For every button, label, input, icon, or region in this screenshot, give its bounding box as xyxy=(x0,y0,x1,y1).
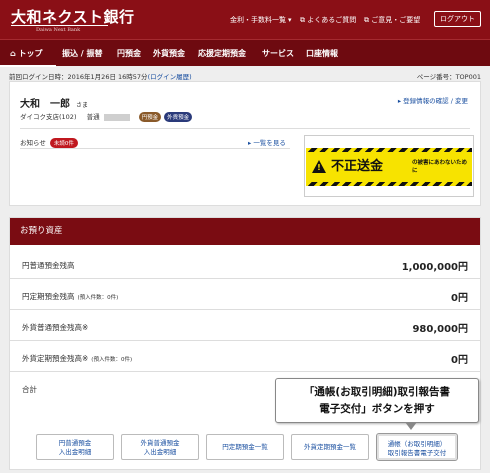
masked-account-number xyxy=(103,113,130,121)
main-nav: ⌂ トップ 振込 / 振替 円預金 外貨預金 応援定期預金 サービス 口座情報 xyxy=(0,39,490,67)
banner-title: 不正送金 xyxy=(331,159,384,174)
instruction-callout: 「通帳(お取引明細)取引報告書 電子交付」ボタンを押す xyxy=(275,378,479,423)
asset-label: 合計 xyxy=(22,385,37,394)
asset-row: 円普通預金残高 1,000,000円 xyxy=(10,249,480,279)
asset-row: 外貨普通預金残高※ 980,000円 xyxy=(10,311,480,341)
nav-services[interactable]: サービス xyxy=(262,48,294,59)
asset-label: 外貨普通預金残高※ xyxy=(22,323,89,332)
nav-yen-deposit[interactable]: 円預金 xyxy=(117,48,141,59)
rates-fees-link[interactable]: 金利・手数料一覧 ▾ xyxy=(230,15,292,25)
asset-value: 980,000円 xyxy=(412,324,468,335)
home-icon: ⌂ xyxy=(10,49,19,58)
badge-yen: 円預金 xyxy=(138,112,162,122)
assets-panel: お預り資産 円普通預金残高 1,000,000円 円定期預金残高 (預入件数：0件… xyxy=(9,217,481,470)
logo-rule xyxy=(11,25,108,26)
faq-link[interactable]: ⧉ よくあるご質問 xyxy=(300,15,356,25)
callout-tail xyxy=(405,422,417,430)
last-login: 前回ログイン日時：2016年1月26日 16時57分(ログイン履歴) xyxy=(9,73,192,81)
notice-label: お知らせ 未読0件 xyxy=(20,137,78,148)
asset-value: 0円 xyxy=(451,355,468,366)
asset-label: 外貨定期預金残高※ (預入件数：0件) xyxy=(22,354,133,363)
nav-support-deposit[interactable]: 応援定期預金 xyxy=(198,48,246,59)
hazard-stripe xyxy=(306,148,472,152)
fx-savings-statement-button[interactable]: 外貨普通預金 入出金明細 xyxy=(121,434,199,460)
warning-icon-mark: ! xyxy=(317,163,321,172)
banner-body: ! 不正送金 の被害にあわないために xyxy=(306,148,472,186)
nav-fx-deposit[interactable]: 外貨預金 xyxy=(153,48,185,59)
assets-title: お預り資産 xyxy=(10,218,480,245)
asset-row: 外貨定期預金残高※ (預入件数：0件) 0円 xyxy=(10,342,480,372)
asset-row: 円定期預金残高 (預入件数：0件) 0円 xyxy=(10,280,480,310)
feedback-link[interactable]: ⧉ ご意見・ご要望 xyxy=(364,15,420,25)
top-bar: 大和ネクスト銀行 Daiwa Next Bank 金利・手数料一覧 ▾ ⧉ よくあ… xyxy=(0,0,490,39)
asset-label: 円定期預金残高 (預入件数：0件) xyxy=(22,292,119,301)
yen-time-deposit-list-button[interactable]: 円定期預金一覧 xyxy=(206,434,284,460)
asset-label: 円普通預金残高 xyxy=(22,261,75,270)
user-name: 大和 一郎 さま xyxy=(20,99,89,110)
banner-subtitle: の被害にあわないために xyxy=(412,160,468,174)
logout-button[interactable]: ログアウト xyxy=(434,11,481,27)
page-number: ページ番号：TOP001 xyxy=(416,73,481,81)
account-info: ダイコク支店(102) 普通 円預金 外貨預金 xyxy=(20,111,193,122)
asset-value: 1,000,000円 xyxy=(401,262,468,273)
nav-transfer[interactable]: 振込 / 振替 xyxy=(62,48,103,59)
notice-list-link[interactable]: ▸ 一覧を見る xyxy=(248,137,286,147)
header-links: 金利・手数料一覧 ▾ ⧉ よくあるご質問 ⧉ ご意見・ご要望 xyxy=(0,15,490,25)
fraud-banner[interactable]: ! 不正送金 の被害にあわないために xyxy=(304,135,474,197)
divider xyxy=(20,148,290,149)
badge-fx: 外貨預金 xyxy=(164,112,193,122)
user-panel: 大和 一郎 さま ダイコク支店(102) 普通 円預金 外貨預金 ▸ 登録情報の確認 … xyxy=(9,81,481,206)
nav-account-info[interactable]: 口座情報 xyxy=(306,48,338,59)
divider xyxy=(20,128,470,129)
e-statement-button[interactable]: 通帳（お取引明細） 取引報告書電子交付 xyxy=(376,433,458,461)
login-history-link[interactable]: (ログイン履歴) xyxy=(148,73,192,81)
arrow-right-icon: ▸ xyxy=(397,97,402,105)
chevron-down-icon: ▾ xyxy=(288,16,292,24)
hazard-stripe xyxy=(306,182,472,186)
fx-time-deposit-list-button[interactable]: 外貨定期預金一覧 xyxy=(291,434,369,460)
nav-top[interactable]: ⌂ トップ xyxy=(10,48,43,59)
bank-logo-subtitle: Daiwa Next Bank xyxy=(36,27,81,33)
profile-link[interactable]: ▸ 登録情報の確認 / 変更 xyxy=(398,95,468,105)
yen-savings-statement-button[interactable]: 円普通預金 入出金明細 xyxy=(36,434,114,460)
asset-value: 0円 xyxy=(451,293,468,304)
unread-badge: 未読0件 xyxy=(49,138,78,148)
